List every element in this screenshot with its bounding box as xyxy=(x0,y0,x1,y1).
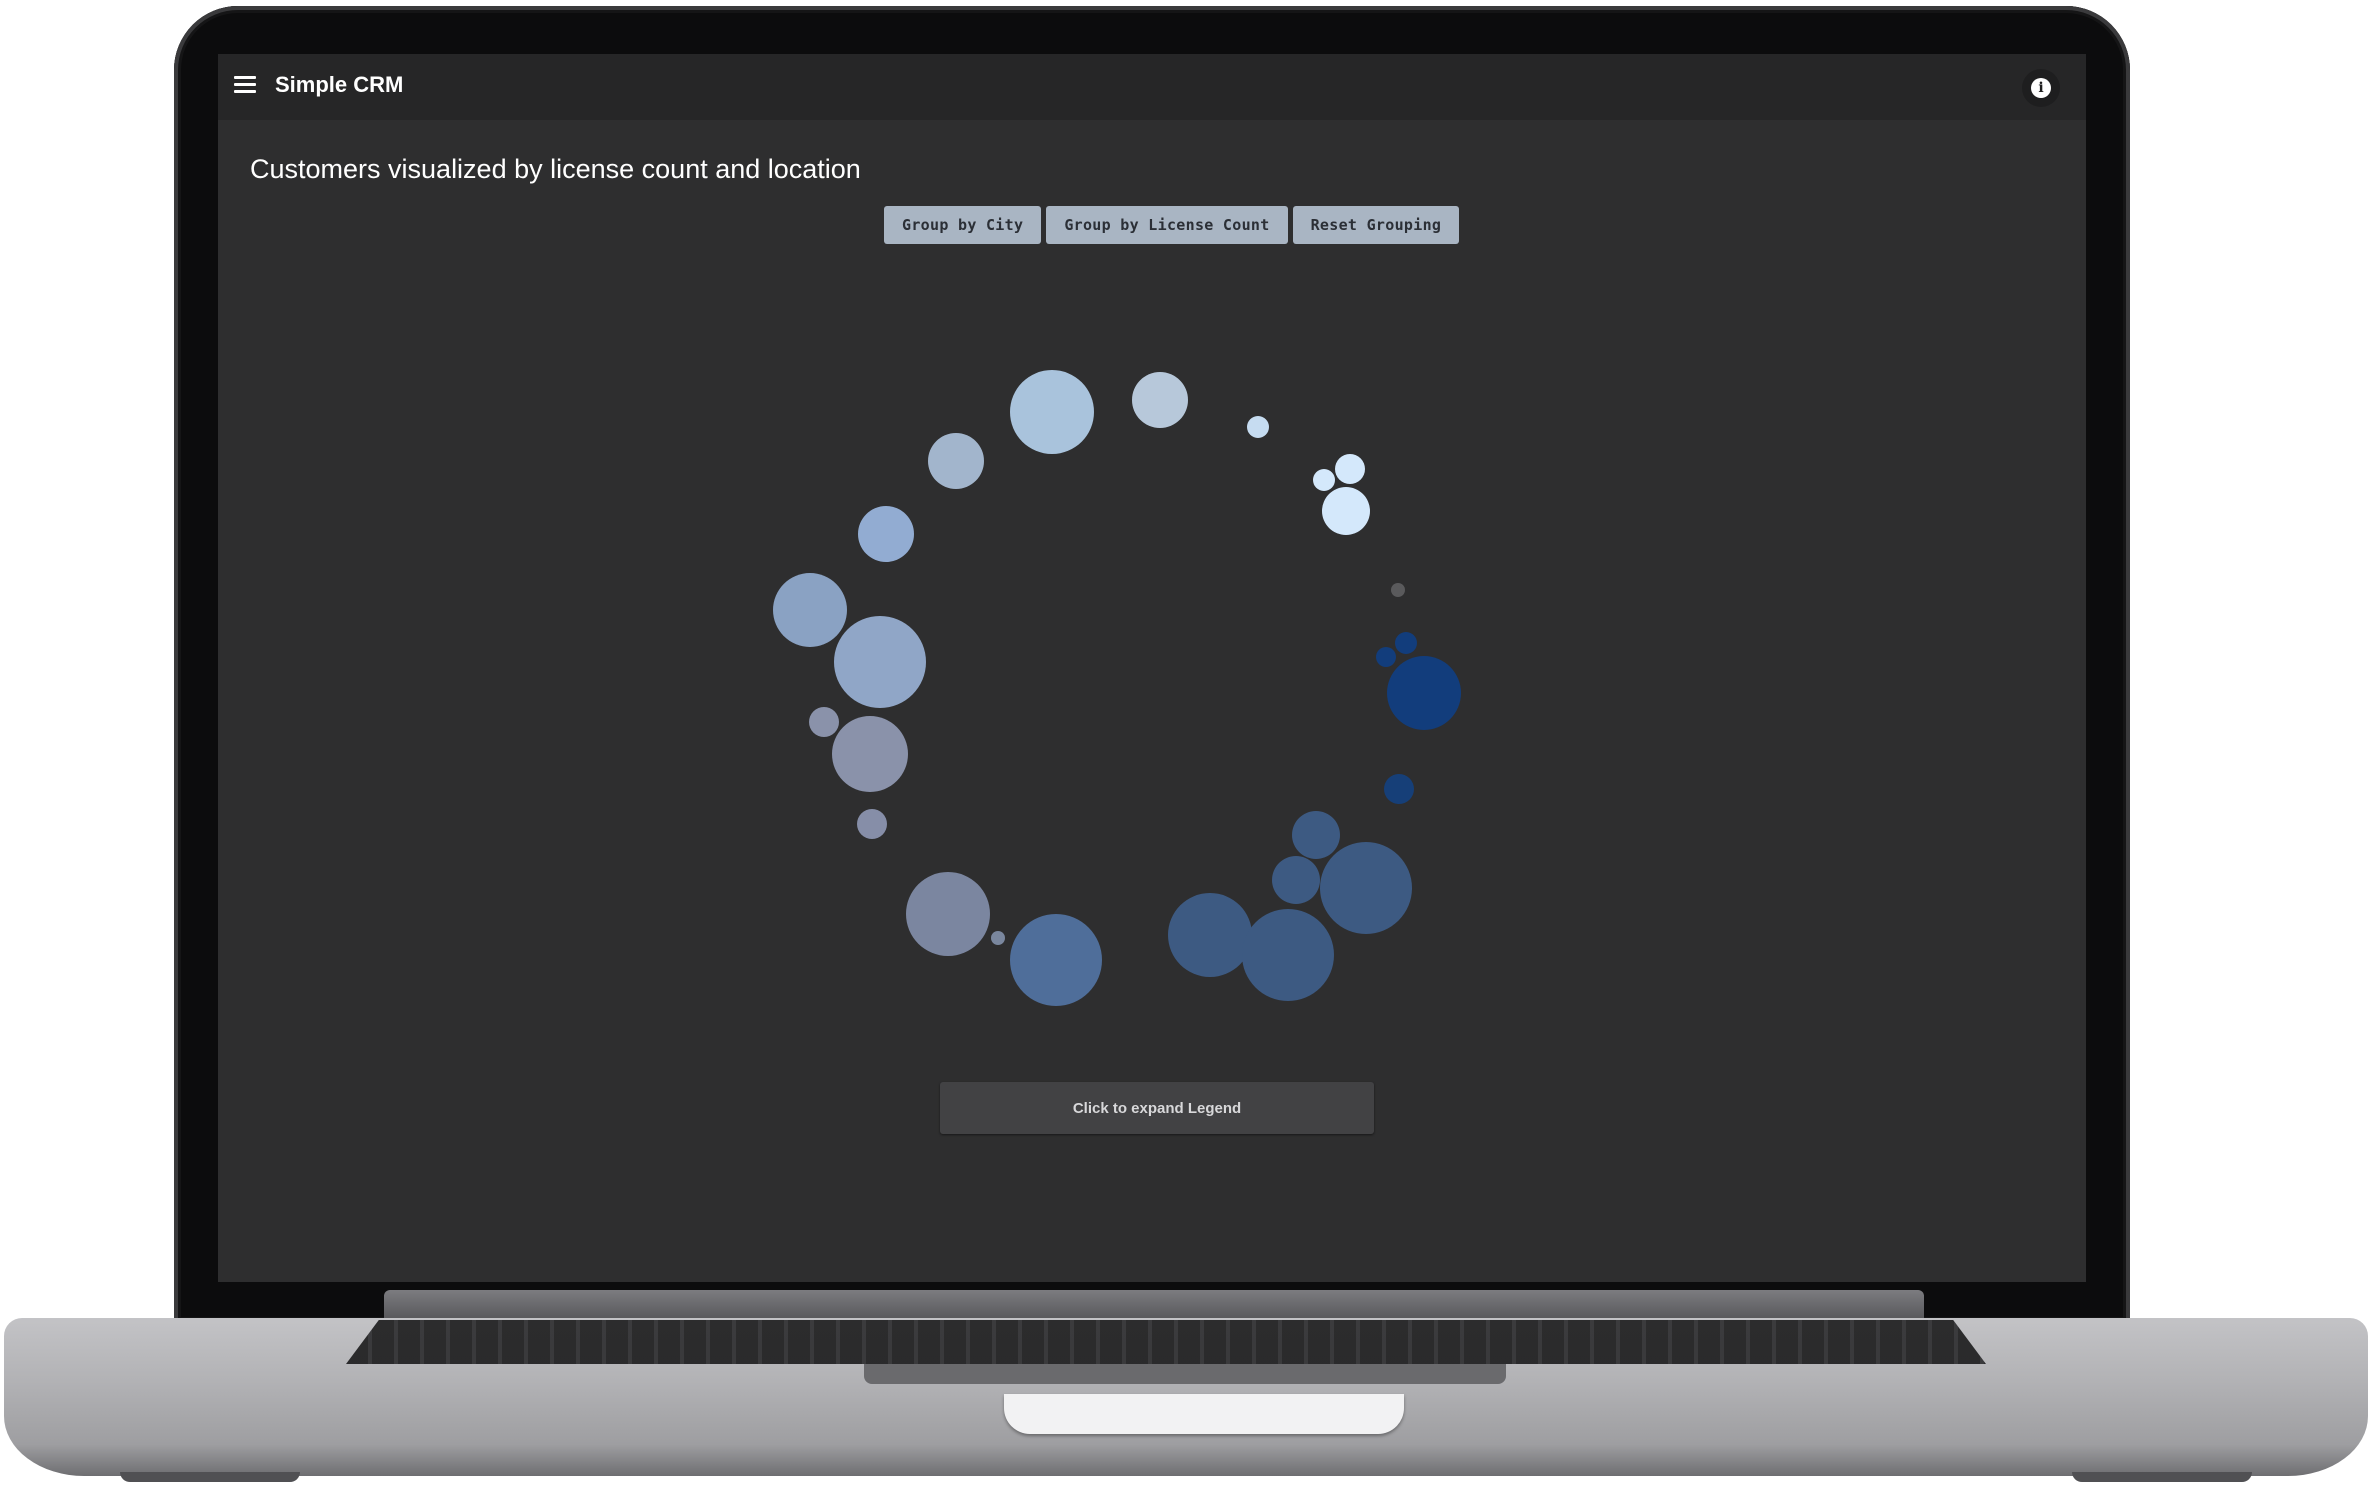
customer-bubble[interactable] xyxy=(1320,842,1412,934)
customer-bubble[interactable] xyxy=(809,707,839,737)
customer-bubble[interactable] xyxy=(1168,893,1252,977)
customer-bubble[interactable] xyxy=(1272,856,1320,904)
laptop-opening-notch xyxy=(1004,1394,1404,1434)
laptop-keyboard xyxy=(346,1320,1986,1364)
customer-bubble[interactable] xyxy=(1384,774,1414,804)
customer-bubble[interactable] xyxy=(1313,469,1335,491)
customer-bubble[interactable] xyxy=(1335,454,1365,484)
expand-legend-button[interactable]: Click to expand Legend xyxy=(940,1082,1374,1134)
customer-bubble[interactable] xyxy=(991,931,1005,945)
app-screen: Simple CRM i Customers visualized by lic… xyxy=(218,54,2086,1282)
laptop-foot-left xyxy=(120,1472,300,1482)
customer-bubble[interactable] xyxy=(832,716,908,792)
customer-bubble[interactable] xyxy=(1391,583,1405,597)
customer-bubble[interactable] xyxy=(1387,656,1461,730)
customer-bubble[interactable] xyxy=(834,616,926,708)
laptop-trackpad-edge xyxy=(864,1364,1506,1384)
laptop-foot-right xyxy=(2072,1472,2252,1482)
customer-bubble[interactable] xyxy=(857,809,887,839)
customer-bubble[interactable] xyxy=(906,872,990,956)
customer-bubble[interactable] xyxy=(1132,372,1188,428)
customer-bubble[interactable] xyxy=(1395,632,1417,654)
customer-bubble[interactable] xyxy=(928,433,984,489)
customer-bubble[interactable] xyxy=(1010,914,1102,1006)
customer-bubble[interactable] xyxy=(1322,487,1370,535)
customer-bubble[interactable] xyxy=(1247,416,1269,438)
customer-bubble[interactable] xyxy=(773,573,847,647)
customer-bubble[interactable] xyxy=(858,506,914,562)
customer-bubble[interactable] xyxy=(1242,909,1334,1001)
customer-bubble[interactable] xyxy=(1376,647,1396,667)
customer-bubble[interactable] xyxy=(1010,370,1094,454)
customer-bubble[interactable] xyxy=(1292,811,1340,859)
